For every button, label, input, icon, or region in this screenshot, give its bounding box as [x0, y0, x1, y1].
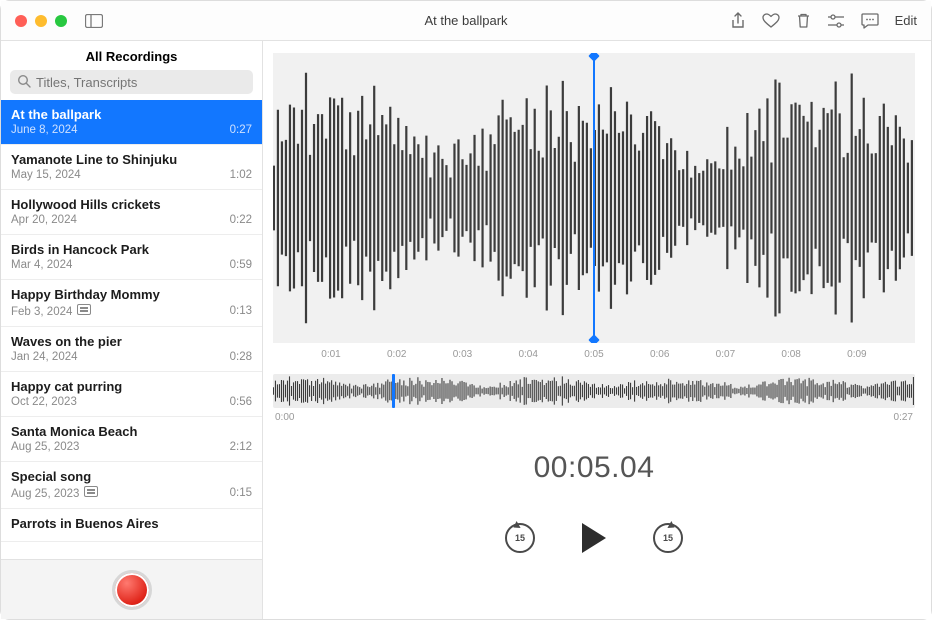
recording-title: Parrots in Buenos Aires	[11, 516, 252, 531]
recording-item[interactable]: Waves on the pier Jan 24, 2024 0:28	[1, 327, 262, 372]
recording-date: Feb 3, 2024	[11, 304, 91, 318]
minimize-window-button[interactable]	[35, 15, 47, 27]
recording-item[interactable]: Hollywood Hills crickets Apr 20, 2024 0:22	[1, 190, 262, 235]
current-time-display: 00:05.04	[273, 451, 915, 485]
recording-item[interactable]: Parrots in Buenos Aires	[1, 509, 262, 542]
recording-duration: 0:28	[230, 351, 252, 363]
transcript-icon[interactable]	[861, 13, 879, 29]
recording-date: May 15, 2024	[11, 169, 81, 181]
recording-title: Waves on the pier	[11, 334, 252, 349]
recording-title: Yamanote Line to Shinjuku	[11, 152, 252, 167]
transcript-badge-icon	[84, 486, 98, 497]
recording-duration: 0:15	[230, 487, 252, 499]
recording-duration: 0:27	[230, 124, 252, 136]
timeline-ticks: 0:01 0:02 0:03 0:04 0:05 0:06 0:07 0:08 0:09	[275, 349, 913, 360]
recording-item[interactable]: Yamanote Line to Shinjuku May 15, 2024 1:0…	[1, 145, 262, 190]
recording-date: Aug 25, 2023	[11, 486, 98, 500]
recording-date: Jan 24, 2024	[11, 351, 78, 363]
recording-duration: 0:56	[230, 396, 252, 408]
toggle-sidebar-icon[interactable]	[85, 14, 103, 28]
skip-back-button[interactable]: 15	[505, 523, 535, 553]
recording-duration: 0:59	[230, 259, 252, 271]
edit-button[interactable]: Edit	[895, 13, 917, 28]
recordings-list: At the ballpark June 8, 2024 0:27 Yamanote …	[1, 100, 262, 559]
timeline-tick: 0:06	[650, 349, 669, 360]
recording-item[interactable]: Santa Monica Beach Aug 25, 2023 2:12	[1, 417, 262, 462]
play-button[interactable]	[579, 521, 609, 555]
window-title: At the ballpark	[424, 13, 507, 28]
timeline-tick: 0:02	[387, 349, 406, 360]
timeline-tick: 0:07	[716, 349, 735, 360]
main-panel: 0:01 0:02 0:03 0:04 0:05 0:06 0:07 0:08 0:09 0:0…	[263, 41, 931, 619]
recording-item[interactable]: At the ballpark June 8, 2024 0:27	[1, 100, 262, 145]
overview-range: 0:00 0:27	[275, 412, 913, 423]
overview-playhead[interactable]	[392, 374, 394, 408]
overview-start-time: 0:00	[275, 412, 294, 423]
recording-item[interactable]: Happy cat purring Oct 22, 2023 0:56	[1, 372, 262, 417]
sidebar-header: All Recordings	[1, 41, 262, 70]
search-icon	[17, 74, 31, 88]
recording-duration: 0:13	[230, 305, 252, 317]
recording-title: Santa Monica Beach	[11, 424, 252, 439]
recording-title: Happy Birthday Mommy	[11, 287, 252, 302]
sidebar: All Recordings At the ballpark June 8, 20…	[1, 41, 263, 619]
timeline-tick: 0:01	[321, 349, 340, 360]
recording-title: Hollywood Hills crickets	[11, 197, 252, 212]
playhead-line[interactable]	[593, 57, 595, 339]
recording-date: Aug 25, 2023	[11, 441, 79, 453]
recording-title: Birds in Hancock Park	[11, 242, 252, 257]
search-field-container	[10, 70, 253, 94]
share-icon[interactable]	[730, 12, 746, 30]
trash-icon[interactable]	[796, 12, 811, 29]
recording-date: Mar 4, 2024	[11, 259, 72, 271]
skip-forward-button[interactable]: 15	[653, 523, 683, 553]
recording-date: Oct 22, 2023	[11, 396, 77, 408]
timeline-tick: 0:05	[584, 349, 603, 360]
timeline-tick: 0:09	[847, 349, 866, 360]
search-input[interactable]	[10, 70, 253, 94]
recording-duration: 0:22	[230, 214, 252, 226]
recording-date: Apr 20, 2024	[11, 214, 77, 226]
recording-item[interactable]: Happy Birthday Mommy Feb 3, 2024 0:13	[1, 280, 262, 327]
recording-item[interactable]: Birds in Hancock Park Mar 4, 2024 0:59	[1, 235, 262, 280]
recording-duration: 2:12	[230, 441, 252, 453]
titlebar: At the ballpark Edit	[1, 1, 931, 41]
recording-duration: 1:02	[230, 169, 252, 181]
recording-title: Happy cat purring	[11, 379, 252, 394]
overview-end-time: 0:27	[894, 412, 913, 423]
close-window-button[interactable]	[15, 15, 27, 27]
heart-icon[interactable]	[762, 13, 780, 29]
transcript-badge-icon	[77, 304, 91, 315]
recording-item[interactable]: Special song Aug 25, 2023 0:15	[1, 462, 262, 509]
recording-title: At the ballpark	[11, 107, 252, 122]
record-button[interactable]	[112, 570, 152, 610]
waveform-overview[interactable]	[273, 374, 915, 408]
timeline-tick: 0:08	[781, 349, 800, 360]
recording-title: Special song	[11, 469, 252, 484]
playback-controls: 15 15	[273, 521, 915, 555]
record-bar	[1, 559, 262, 619]
timeline-tick: 0:03	[453, 349, 472, 360]
window-controls	[15, 15, 67, 27]
sliders-icon[interactable]	[827, 14, 845, 28]
timeline-tick: 0:04	[518, 349, 537, 360]
fullscreen-window-button[interactable]	[55, 15, 67, 27]
waveform-detail[interactable]	[273, 53, 915, 343]
recording-date: June 8, 2024	[11, 124, 78, 136]
